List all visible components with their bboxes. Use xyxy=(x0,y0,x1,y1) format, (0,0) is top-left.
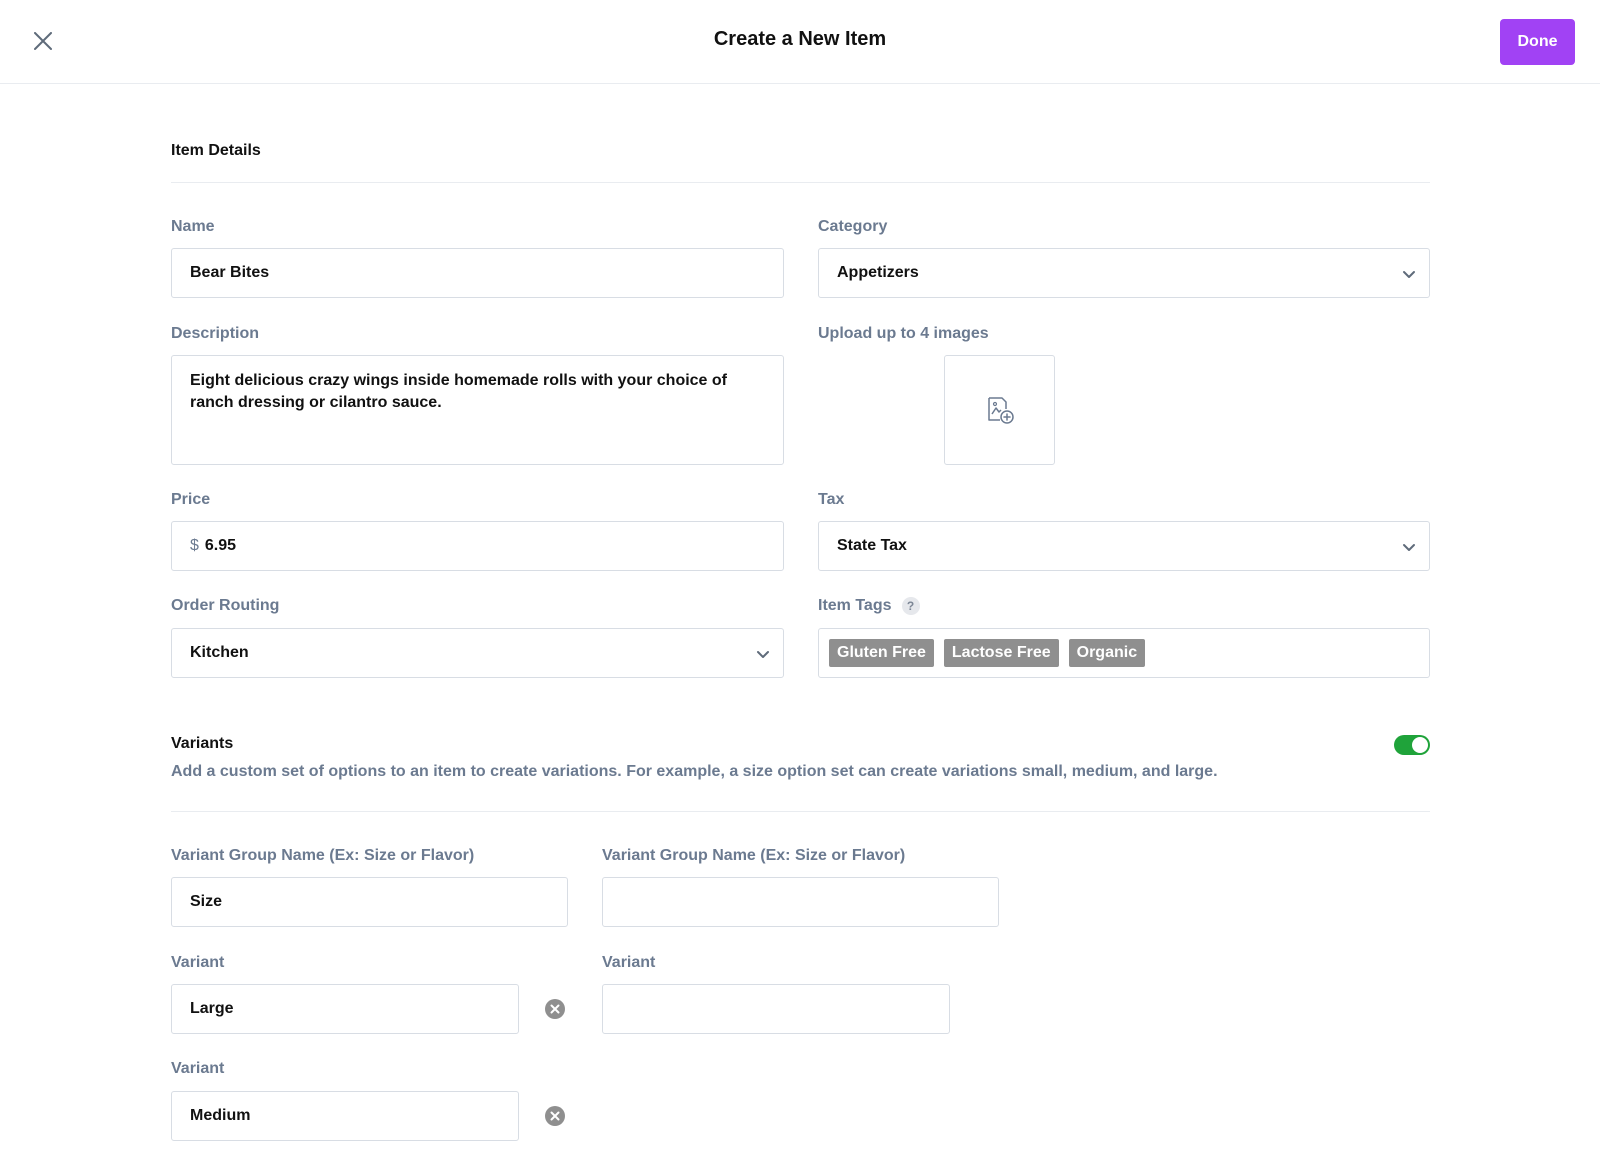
tax-label: Tax xyxy=(818,491,845,508)
variant-input[interactable] xyxy=(602,984,950,1034)
order-routing-select[interactable]: Kitchen xyxy=(171,628,784,678)
variant-group-name-label: Variant Group Name (Ex: Size or Flavor) xyxy=(171,847,475,864)
tag-lactose-free[interactable]: Lactose Free xyxy=(943,639,1059,667)
variant-label: Variant xyxy=(171,954,225,971)
variant-group-name-input[interactable]: Size xyxy=(171,877,568,927)
item-tags-label-text: Item Tags xyxy=(818,597,892,615)
variant-group-name-label: Variant Group Name (Ex: Size or Flavor) xyxy=(602,847,906,864)
variants-heading: Variants xyxy=(171,735,234,752)
upload-label: Upload up to 4 images xyxy=(818,325,989,342)
tax-select[interactable]: State Tax xyxy=(818,521,1430,571)
order-routing-label: Order Routing xyxy=(171,597,280,614)
item-tags-label: Item Tags? xyxy=(818,597,920,615)
help-icon[interactable]: ? xyxy=(901,597,920,615)
price-value: 6.95 xyxy=(204,537,237,554)
description-label: Description xyxy=(171,325,260,342)
top-bar: Create a New Item Done xyxy=(0,0,1600,84)
description-value: Eight delicious crazy wings inside homem… xyxy=(190,372,727,411)
currency-symbol: $ xyxy=(190,537,199,554)
tax-value: State Tax xyxy=(837,537,907,554)
price-input[interactable]: $ 6.95 xyxy=(171,521,784,571)
remove-variant-icon[interactable] xyxy=(544,998,566,1020)
page-title: Create a New Item xyxy=(713,28,887,50)
variant-value: Medium xyxy=(190,1107,251,1124)
tag-organic[interactable]: Organic xyxy=(1068,639,1146,667)
chevron-down-icon xyxy=(1403,271,1415,278)
variant-label: Variant xyxy=(171,1060,225,1077)
variants-toggle[interactable] xyxy=(1394,735,1430,755)
toggle-knob xyxy=(1412,737,1428,753)
variant-input[interactable]: Large xyxy=(171,984,519,1034)
category-label: Category xyxy=(818,218,888,235)
category-value: Appetizers xyxy=(837,264,919,281)
tag-gluten-free[interactable]: Gluten Free xyxy=(829,639,934,667)
variant-group-name-value: Size xyxy=(190,893,223,910)
item-details-heading: Item Details xyxy=(171,142,261,159)
order-routing-value: Kitchen xyxy=(190,644,249,661)
name-value: Bear Bites xyxy=(190,264,270,281)
done-button[interactable]: Done xyxy=(1500,19,1575,65)
name-label: Name xyxy=(171,218,215,235)
upload-image-button[interactable] xyxy=(944,355,1055,465)
name-input[interactable]: Bear Bites xyxy=(171,248,784,298)
variant-label: Variant xyxy=(602,954,656,971)
description-textarea[interactable]: Eight delicious crazy wings inside homem… xyxy=(171,355,784,465)
chevron-down-icon xyxy=(757,651,769,658)
remove-variant-icon[interactable] xyxy=(544,1105,566,1127)
section-divider xyxy=(171,182,1430,183)
chevron-down-icon xyxy=(1403,544,1415,551)
variants-description: Add a custom set of options to an item t… xyxy=(171,763,1218,780)
variants-divider xyxy=(171,811,1430,812)
item-tags-field[interactable]: Gluten Free Lactose Free Organic xyxy=(818,628,1430,678)
category-select[interactable]: Appetizers xyxy=(818,248,1430,298)
variant-group-name-input[interactable] xyxy=(602,877,999,927)
image-add-icon xyxy=(987,397,1014,424)
price-label: Price xyxy=(171,491,211,508)
variant-input[interactable]: Medium xyxy=(171,1091,519,1141)
variant-value: Large xyxy=(190,1000,234,1017)
